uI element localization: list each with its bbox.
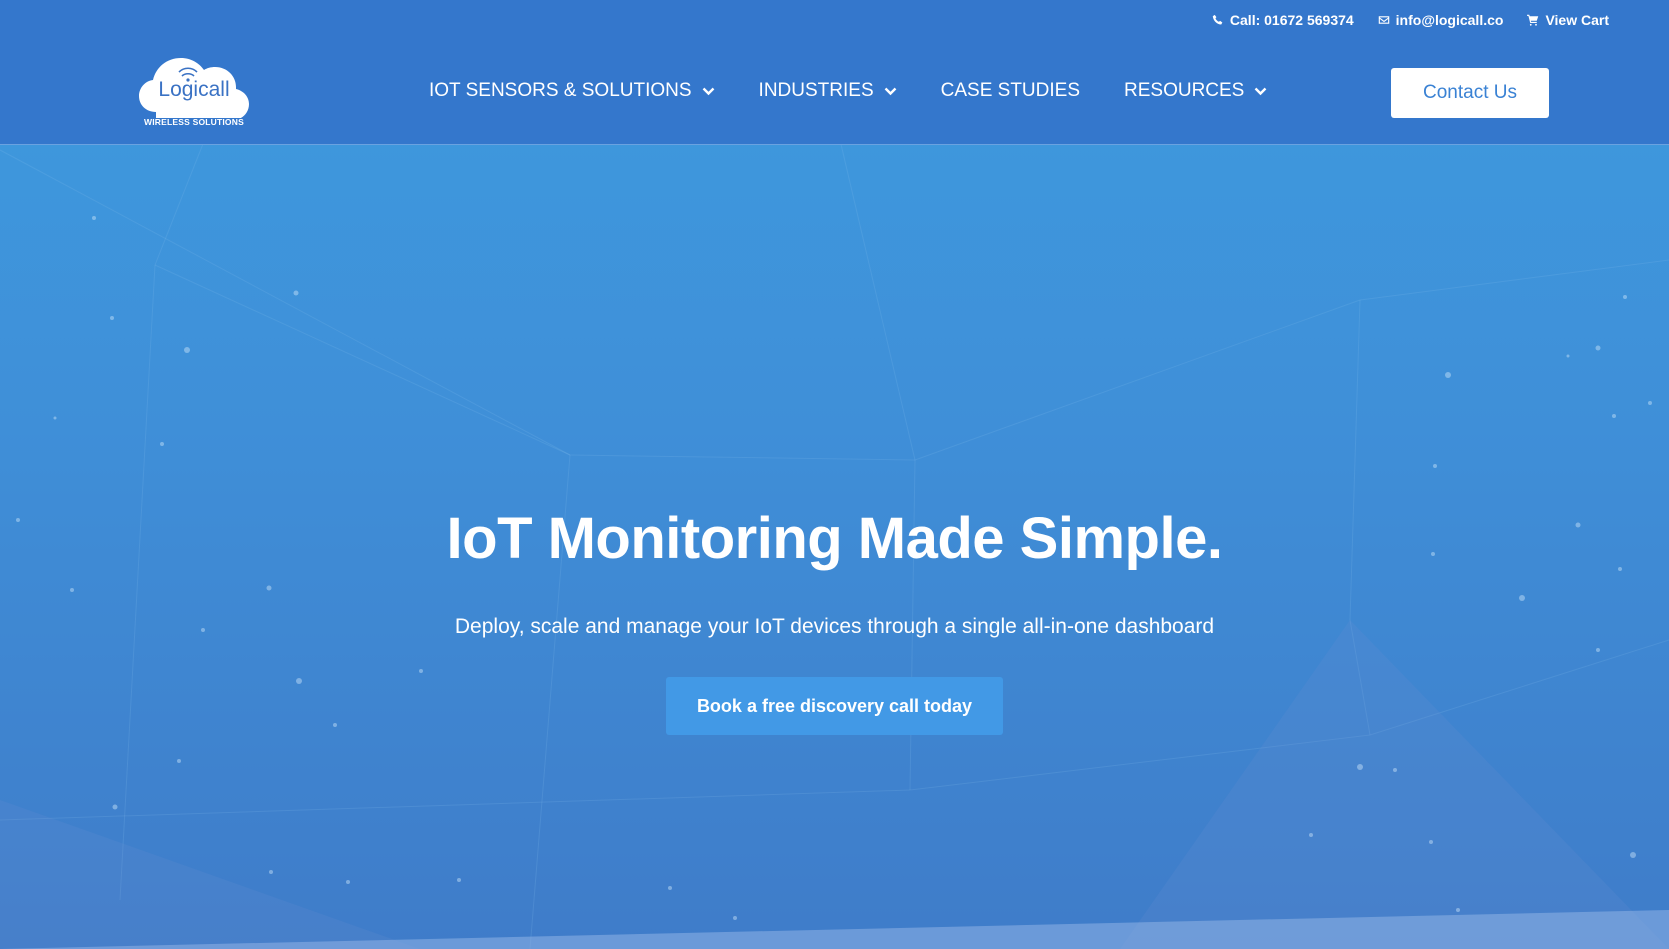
call-link[interactable]: Call: 01672 569374 [1212,12,1354,28]
email-label: info@logicall.co [1395,12,1504,28]
topbar: Call: 01672 569374 info@logicall.co View… [1212,12,1609,28]
logo-wordmark: Logicall [158,78,230,101]
logo[interactable]: Logicall WIRELESS SOLUTIONS [138,48,250,130]
nav-item-case-studies[interactable]: CASE STUDIES [941,80,1080,102]
nav-item-iot-sensors[interactable]: IOT SENSORS & SOLUTIONS [429,80,715,102]
book-discovery-call-button[interactable]: Book a free discovery call today [666,677,1003,735]
nav-label: INDUSTRIES [758,80,874,101]
nav-label: RESOURCES [1124,80,1245,101]
phone-icon [1212,14,1223,25]
nav-item-resources[interactable]: RESOURCES [1124,80,1267,102]
chevron-down-icon [1255,87,1267,95]
page: Call: 01672 569374 info@logicall.co View… [0,0,1669,949]
logo-tagline: WIRELESS SOLUTIONS [144,117,244,127]
hero-subtitle: Deploy, scale and manage your IoT device… [454,615,1215,638]
call-label: Call: 01672 569374 [1229,12,1354,28]
main-nav: IOT SENSORS & SOLUTIONS INDUSTRIES CASE … [429,80,1267,102]
cart-label: View Cart [1545,12,1609,28]
view-cart-link[interactable]: View Cart [1527,12,1609,28]
chevron-down-icon [702,87,714,95]
nav-item-industries[interactable]: INDUSTRIES [759,80,897,102]
email-link[interactable]: info@logicall.co [1378,12,1504,28]
envelope-icon [1378,16,1389,24]
chevron-down-icon [884,87,896,95]
cart-icon [1527,14,1539,26]
nav-label: IOT SENSORS & SOLUTIONS [429,80,692,101]
site-header: Call: 01672 569374 info@logicall.co View… [0,0,1669,145]
nav-label: CASE STUDIES [940,80,1080,101]
section-divider [0,910,1669,949]
hero-title: IoT Monitoring Made Simple. [446,506,1223,571]
contact-us-button[interactable]: Contact Us [1391,68,1549,118]
